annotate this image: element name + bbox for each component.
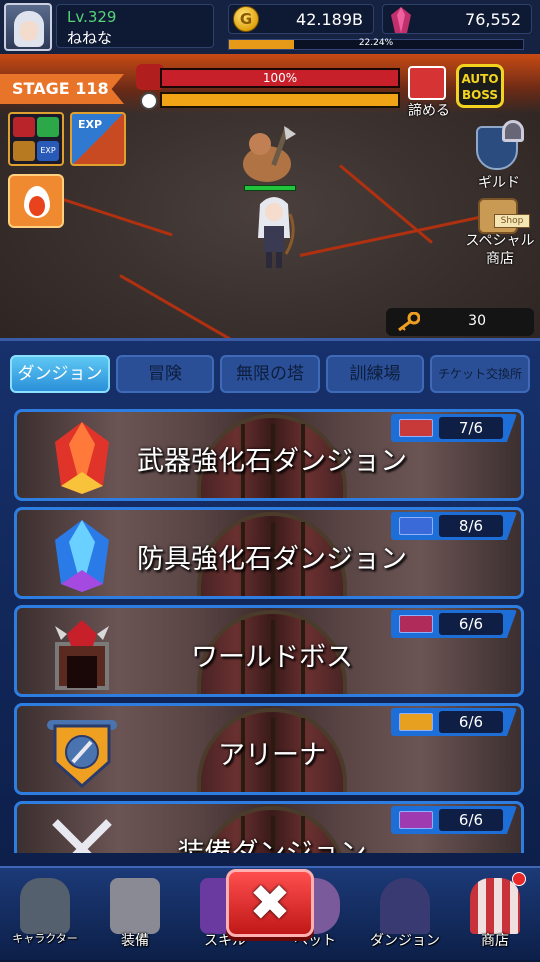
gem-icon xyxy=(391,7,411,33)
boss-timer-fill xyxy=(162,94,398,106)
key-icon xyxy=(398,312,420,332)
attack-buff-icon xyxy=(13,117,35,137)
flag-icon xyxy=(408,66,446,100)
ticket-counter: 6/6 xyxy=(391,610,517,638)
dungeon-title: 武器強化石ダンジョン xyxy=(137,446,407,477)
dungeon-title: 装備ダンジョン xyxy=(17,831,521,853)
key-counter: 30 xyxy=(386,308,534,336)
player-name: ねねな xyxy=(67,29,113,47)
stopwatch-icon xyxy=(140,92,158,110)
buff-status-panel[interactable]: EXP xyxy=(8,112,64,166)
player-level: Lv.329 xyxy=(67,8,117,26)
store-icon xyxy=(470,878,520,934)
ticket-count: 8/6 xyxy=(439,515,503,537)
nav-character[interactable]: キャラクター xyxy=(0,868,90,962)
gem-counter[interactable]: 76,552 xyxy=(382,4,532,34)
nav-label: キャラクター xyxy=(12,932,78,945)
ground-crack xyxy=(339,164,433,244)
battle-scene: STAGE 118 100% 諦める AUTO BOSS EXP EXP ギルド… xyxy=(0,54,540,338)
ticket-count: 7/6 xyxy=(439,417,503,439)
dungeon-title: アリーナ xyxy=(218,740,326,771)
ticket-count: 6/6 xyxy=(439,809,503,831)
special-shop-label: スペシャル 商店 xyxy=(458,232,540,268)
health-buff-icon xyxy=(37,117,59,137)
notification-badge xyxy=(512,872,526,886)
special-shop-button[interactable]: Shop スペシャル 商店 xyxy=(464,194,538,274)
give-up-label: 諦める xyxy=(408,103,450,119)
ticket-icon xyxy=(399,517,433,535)
exp-gold-boost-button[interactable]: EXP xyxy=(70,112,126,166)
auto-boss-button[interactable]: AUTO BOSS xyxy=(456,64,504,108)
top-status-bar: Lv.329 ねねな G 42.189B 76,552 22.24% xyxy=(0,0,540,54)
nav-label: 装備 xyxy=(121,933,149,949)
tab-ticket-exchange[interactable]: チケット交換所 xyxy=(430,355,530,393)
nav-equipment[interactable]: 装備 xyxy=(90,868,180,962)
dungeon-gate-icon xyxy=(380,878,430,934)
gold-counter: G 42.189B xyxy=(228,4,374,34)
dungeon-title: 防具強化石ダンジョン xyxy=(137,544,407,575)
ticket-counter: 6/6 xyxy=(391,806,517,834)
gold-amount: 42.189B xyxy=(296,10,363,29)
ticket-icon xyxy=(399,419,433,437)
dungeon-list: 武器強化石ダンジョン 7/6 防具強化石ダンジョン 8/6 ワールドボス 6/6… xyxy=(10,403,530,853)
dungeon-card-world-boss[interactable]: ワールドボス 6/6 xyxy=(14,605,524,697)
exp-boost-label: EXP xyxy=(78,118,103,131)
key-amount: 30 xyxy=(468,313,486,329)
ticket-count: 6/6 xyxy=(439,613,503,635)
dungeon-title: ワールドボス xyxy=(191,642,353,673)
player-avatar[interactable] xyxy=(4,3,52,51)
tab-dungeon[interactable]: ダンジョン xyxy=(10,355,110,393)
ticket-icon xyxy=(399,713,433,731)
gold-buff-icon xyxy=(13,141,35,161)
tab-training-ground[interactable]: 訓練場 xyxy=(326,355,424,393)
enemy-minotaur-sprite xyxy=(243,126,296,182)
give-up-button[interactable]: 諦める xyxy=(404,66,450,119)
exp-buff-icon: EXP xyxy=(37,141,59,161)
dungeon-card-armor-stone[interactable]: 防具強化石ダンジョン 8/6 xyxy=(14,507,524,599)
boss-timer-bar xyxy=(160,92,400,108)
close-button[interactable]: ✖ xyxy=(226,869,314,937)
exp-percent: 22.24% xyxy=(358,38,394,48)
stage-label: STAGE 118 xyxy=(0,74,124,104)
equipment-icon xyxy=(110,878,160,934)
guild-button[interactable]: ギルド xyxy=(466,116,536,196)
nav-dungeon[interactable]: ダンジョン xyxy=(360,868,450,962)
helmet-icon xyxy=(20,878,70,934)
boss-hp-text: 100% xyxy=(262,71,298,85)
dungeon-card-equipment[interactable]: 装備ダンジョン 6/6 xyxy=(14,801,524,853)
fire-skill-button[interactable] xyxy=(8,174,64,228)
ticket-icon xyxy=(399,811,433,829)
ticket-counter: 6/6 xyxy=(391,708,517,736)
dungeon-panel: ダンジョン 冒険 無限の塔 訓練場 チケット交換所 武器強化石ダンジョン 7/6 xyxy=(0,338,540,866)
close-icon: ✖ xyxy=(249,874,291,932)
enemy-hp-bar xyxy=(244,185,296,191)
exp-bar: 22.24% xyxy=(228,38,524,50)
special-shop-label-line2: 商店 xyxy=(486,251,514,267)
ticket-counter: 7/6 xyxy=(391,414,517,442)
hero-archer-sprite xyxy=(258,197,295,268)
nav-label: ダンジョン xyxy=(370,933,440,949)
ground-crack xyxy=(119,274,242,338)
nav-label: 商店 xyxy=(481,933,509,949)
tab-adventure[interactable]: 冒険 xyxy=(116,355,214,393)
lock-icon xyxy=(502,120,524,142)
dungeon-card-weapon-stone[interactable]: 武器強化石ダンジョン 7/6 xyxy=(14,409,524,501)
guild-label: ギルド xyxy=(478,175,520,191)
ticket-count: 6/6 xyxy=(439,711,503,733)
dungeon-tabs: ダンジョン 冒険 無限の塔 訓練場 チケット交換所 xyxy=(0,355,540,395)
boss-hp-bar: 100% xyxy=(160,68,400,88)
ticket-icon xyxy=(399,615,433,633)
dungeon-card-arena[interactable]: アリーナ 6/6 xyxy=(14,703,524,795)
special-shop-label-line1: スペシャル xyxy=(465,233,535,249)
player-info[interactable]: Lv.329 ねねな xyxy=(56,4,214,48)
tab-infinite-tower[interactable]: 無限の塔 xyxy=(220,355,320,393)
ticket-counter: 8/6 xyxy=(391,512,517,540)
nav-store[interactable]: 商店 xyxy=(450,868,540,962)
gold-coin-icon: G xyxy=(233,6,259,32)
gem-amount: 76,552 xyxy=(465,10,521,29)
shop-tag: Shop xyxy=(494,214,530,228)
